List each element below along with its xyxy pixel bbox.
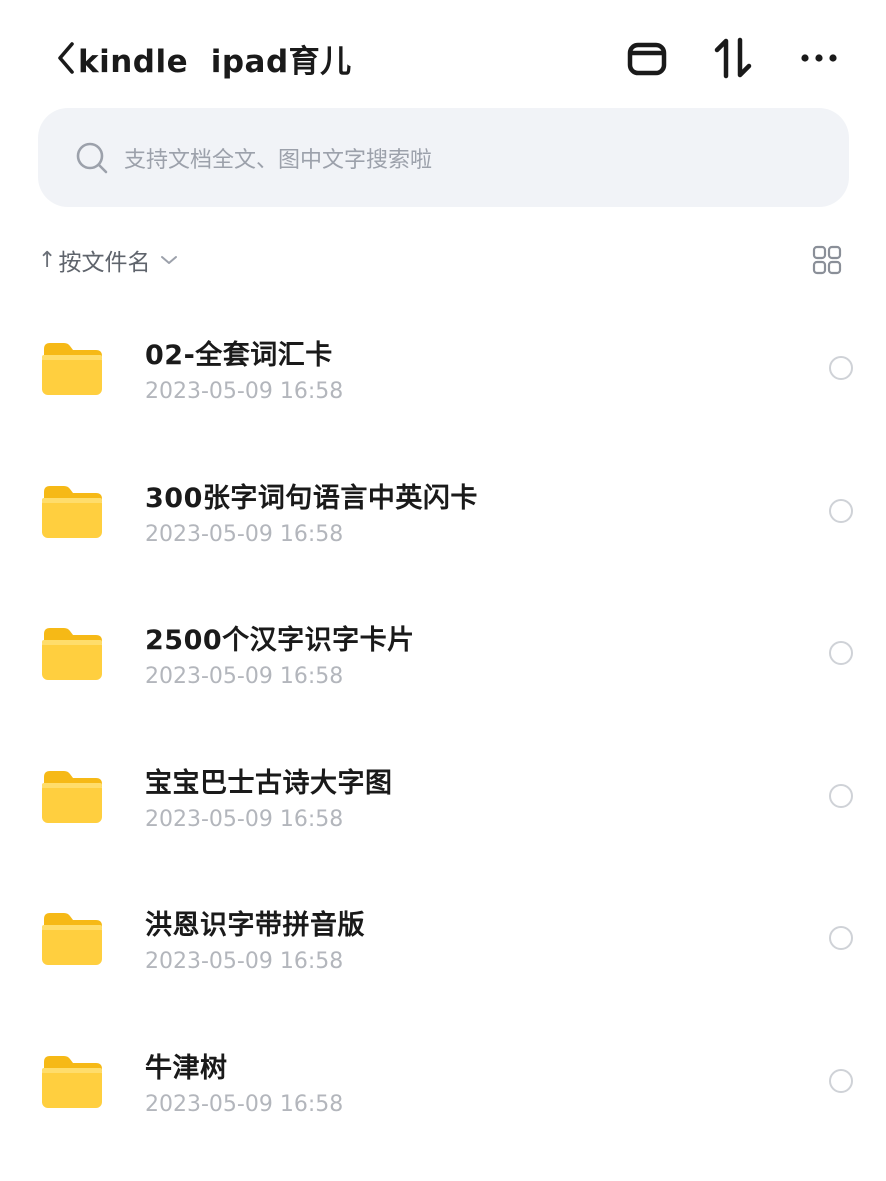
sort-order-button[interactable]: [711, 36, 755, 80]
more-icon: [801, 54, 837, 62]
folder-icon: [42, 1055, 102, 1108]
folder-icon: [42, 770, 102, 823]
sort-toolbar: ↑ 按文件名: [38, 238, 849, 282]
select-checkbox[interactable]: [829, 1068, 853, 1093]
file-date: 2023-05-09 16:58: [145, 806, 344, 832]
search-icon: [76, 142, 108, 173]
file-date: 2023-05-09 16:58: [145, 521, 344, 547]
file-name: 2500个汉字识字卡片: [145, 625, 415, 656]
back-button[interactable]: kindle ipad育儿: [56, 38, 352, 80]
select-mode-icon: [627, 42, 667, 76]
file-date: 2023-05-09 16:58: [145, 379, 344, 404]
list-item[interactable]: 洪恩识字带拼音版 2023-05-09 16:58: [0, 867, 886, 1010]
view-toggle-button[interactable]: [809, 242, 845, 278]
file-name: 洪恩识字带拼音版: [145, 910, 365, 941]
select-checkbox[interactable]: [829, 641, 853, 665]
back-chevron-icon: [58, 42, 74, 74]
select-checkbox[interactable]: [829, 926, 853, 950]
folder-icon: [42, 913, 102, 965]
chevron-down-icon: [161, 256, 178, 264]
sort-by-name-button[interactable]: ↑ 按文件名: [38, 243, 178, 277]
grid-view-icon: [812, 245, 842, 275]
list-item[interactable]: 牛津树 2023-05-09 16:58: [0, 1010, 886, 1153]
file-name: 300张字词句语言中英闪卡: [145, 482, 478, 514]
select-checkbox[interactable]: [829, 783, 853, 808]
file-name: 牛津树: [145, 1052, 228, 1084]
page-title: kindle ipad育儿: [78, 43, 352, 80]
list-item[interactable]: 2500个汉字识字卡片 2023-05-09 16:58: [0, 582, 886, 725]
file-name: 02-全套词汇卡: [145, 340, 333, 371]
folder-icon: [42, 343, 102, 395]
select-checkbox[interactable]: [829, 356, 853, 380]
top-bar: kindle ipad育儿: [0, 0, 886, 110]
search-input[interactable]: 支持文档全文、图中文字搜索啦: [38, 108, 849, 207]
file-date: 2023-05-09 16:58: [145, 949, 344, 974]
folder-icon: [42, 485, 102, 538]
file-list: 02-全套词汇卡 2023-05-09 16:58 300张字词句语言中英闪卡 …: [0, 297, 886, 1152]
more-button[interactable]: [797, 36, 841, 80]
list-item[interactable]: 宝宝巴士古诗大字图 2023-05-09 16:58: [0, 725, 886, 868]
file-date: 2023-05-09 16:58: [145, 1091, 344, 1117]
select-checkbox[interactable]: [829, 498, 853, 523]
folder-icon: [42, 628, 102, 680]
select-mode-button[interactable]: [625, 36, 669, 80]
sort-icon: [714, 37, 752, 79]
file-name: 宝宝巴士古诗大字图: [145, 767, 393, 799]
list-item[interactable]: 300张字词句语言中英闪卡 2023-05-09 16:58: [0, 440, 886, 583]
sort-direction-icon: ↑: [38, 247, 57, 273]
list-item[interactable]: 02-全套词汇卡 2023-05-09 16:58: [0, 297, 886, 440]
sort-label: 按文件名: [58, 250, 151, 276]
file-date: 2023-05-09 16:58: [145, 664, 344, 689]
search-placeholder: 支持文档全文、图中文字搜索啦: [124, 147, 433, 173]
